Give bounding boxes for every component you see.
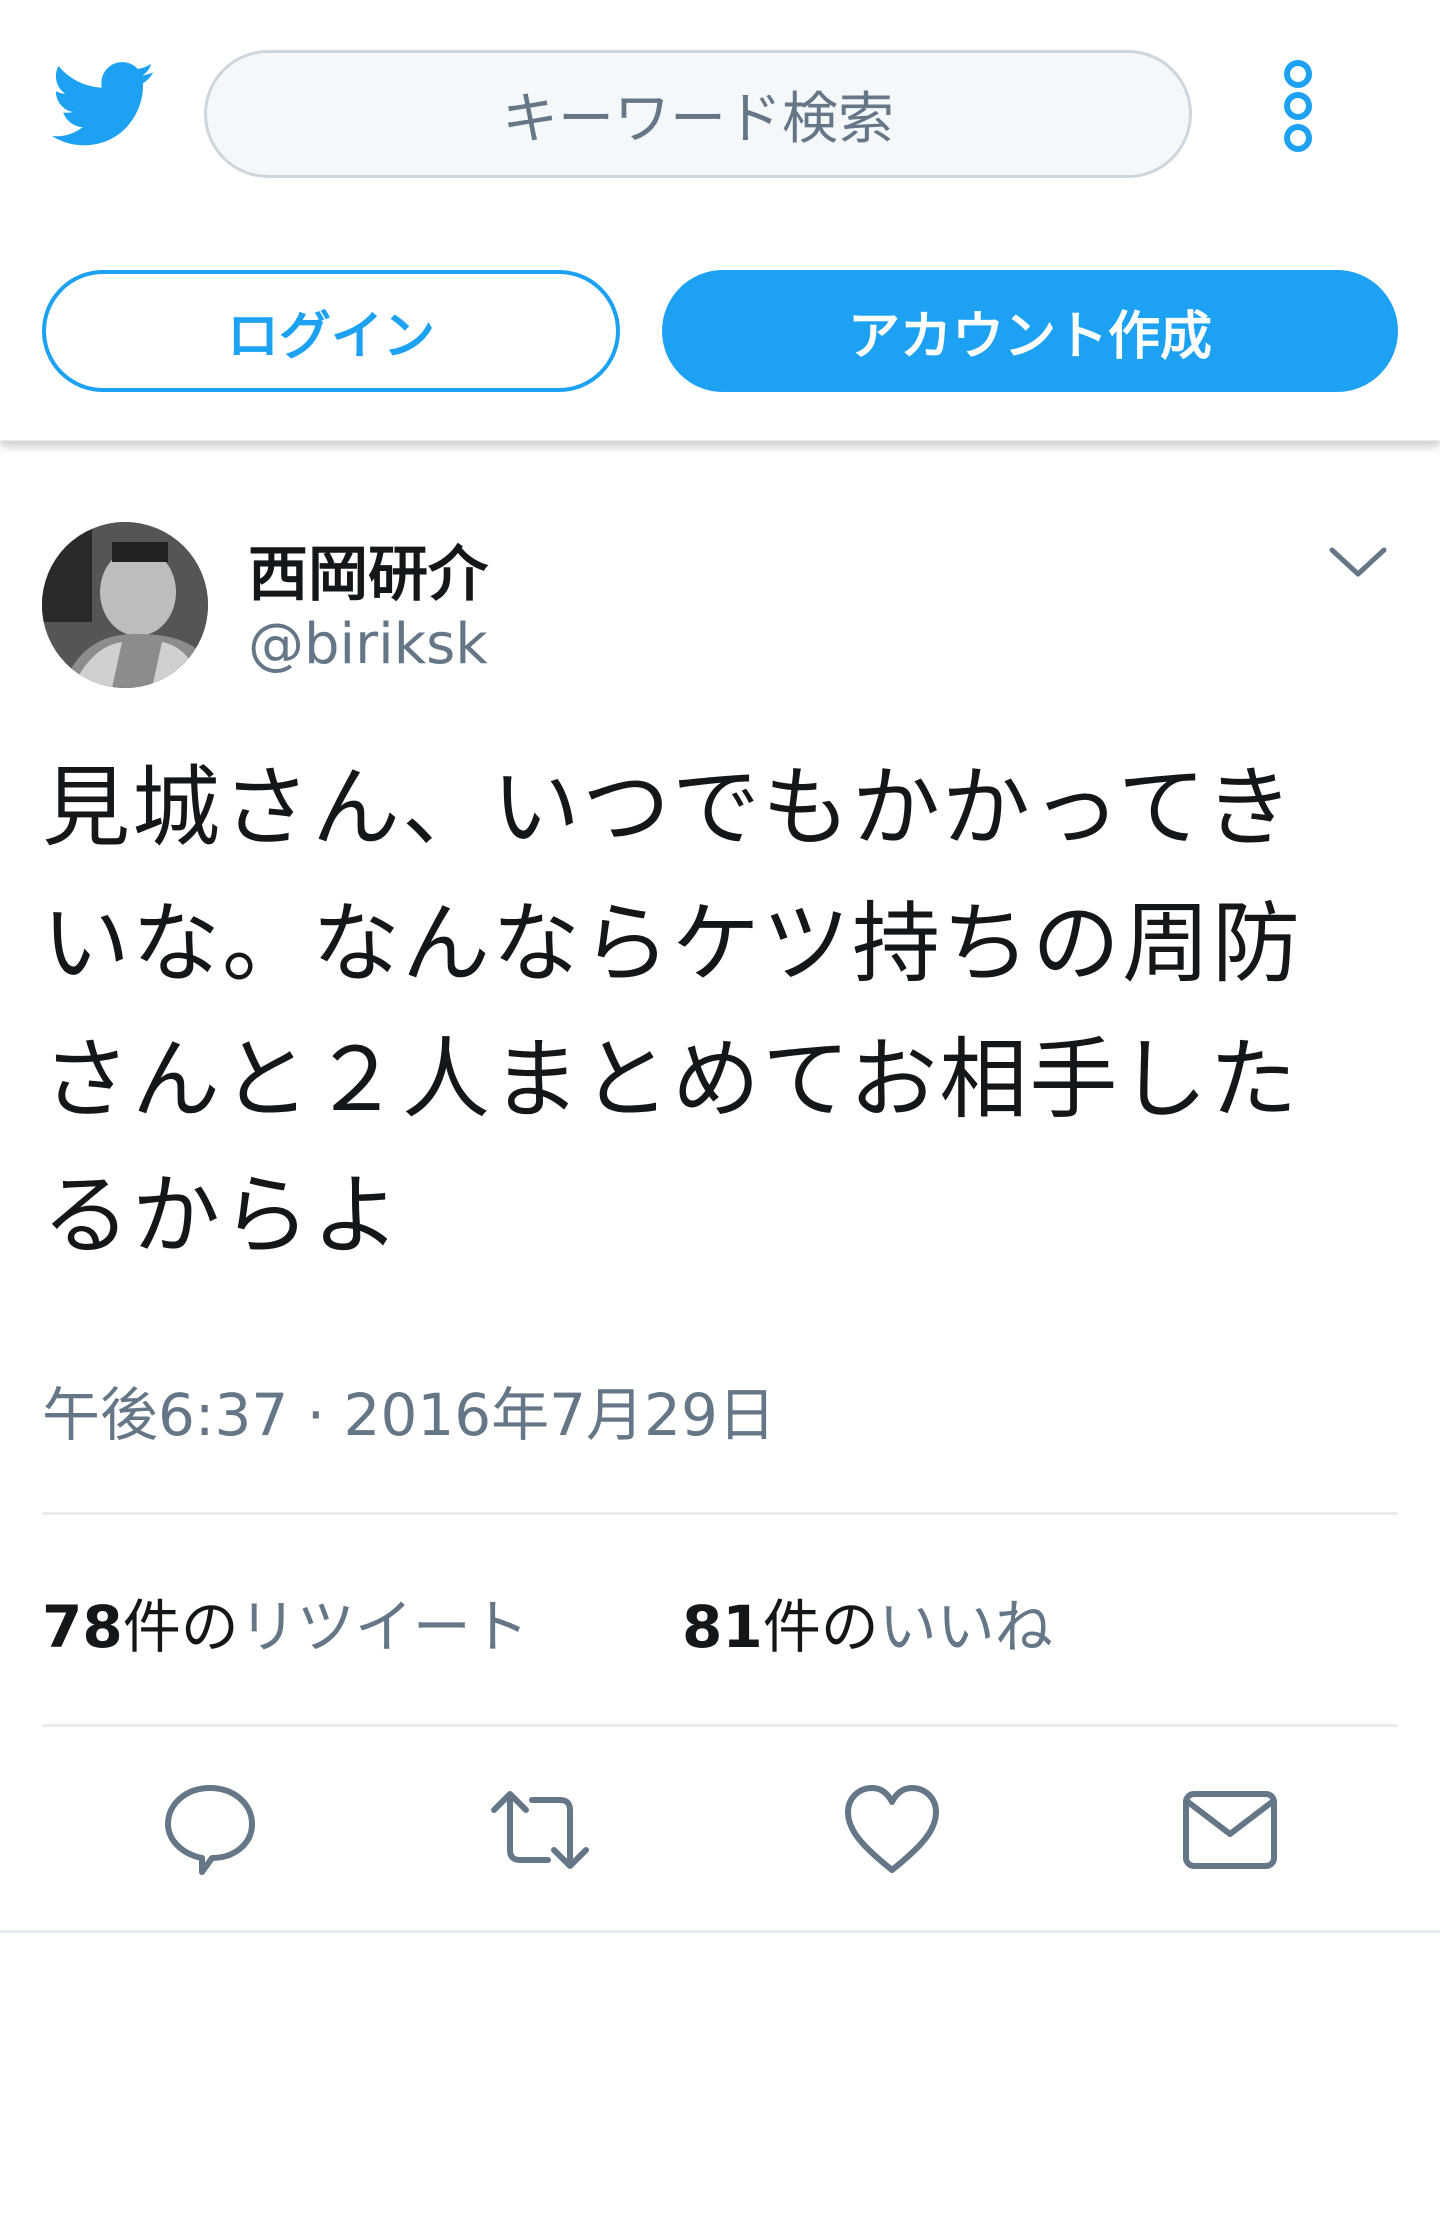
divider [42, 1512, 1398, 1515]
signup-button[interactable]: アカウント作成 [662, 270, 1398, 392]
like-count[interactable]: 81件のいいね [682, 1580, 1053, 1664]
tweet-actions [0, 1780, 1440, 1880]
twitter-bird-icon[interactable] [52, 60, 156, 150]
avatar-image [42, 522, 208, 688]
divider [42, 1724, 1398, 1727]
login-button[interactable]: ログイン [42, 270, 620, 392]
tweet-text: 見城さん、いつでもかかってき いな。なんならケツ持ちの周防 さんと２人まとめてお… [42, 740, 1402, 1284]
share-mail-icon[interactable] [1180, 1780, 1280, 1880]
tweet-text-line: いな。なんならケツ持ちの周防 [42, 892, 1303, 995]
search-placeholder: キーワード検索 [502, 86, 894, 152]
more-options-icon[interactable] [1280, 60, 1316, 160]
like-count-number: 81 [682, 1593, 763, 1661]
like-count-suffix: 件の [762, 1593, 879, 1661]
like-count-label: いいね [878, 1593, 1053, 1661]
display-name[interactable]: 西岡研介 [248, 526, 488, 613]
signup-button-label: アカウント作成 [847, 306, 1212, 367]
top-bar: キーワード検索 ログイン アカウント作成 [0, 0, 1440, 441]
tweet-text-line: さんと２人まとめてお相手した [42, 1028, 1300, 1131]
retweet-count-label: リツイート [238, 1593, 529, 1661]
like-icon[interactable] [842, 1780, 942, 1880]
chevron-down-icon[interactable] [1326, 540, 1390, 584]
reply-icon[interactable] [160, 1780, 260, 1880]
user-handle[interactable]: @biriksk [248, 612, 488, 677]
tweet-bottom-divider [0, 1930, 1440, 1933]
retweet-count[interactable]: 78件のリツイート [42, 1580, 529, 1664]
login-button-label: ログイン [226, 306, 435, 367]
avatar[interactable] [42, 522, 208, 688]
retweet-icon[interactable] [490, 1780, 590, 1880]
tweet-text-line: るからよ [42, 1164, 403, 1267]
retweet-count-suffix: 件の [122, 1593, 239, 1661]
tweet-timestamp[interactable]: 午後6:37 · 2016年7月29日 [42, 1368, 776, 1452]
retweet-count-number: 78 [42, 1593, 123, 1661]
tweet-text-line: 見城さん、いつでもかかってき [42, 756, 1295, 859]
search-input[interactable]: キーワード検索 [204, 50, 1192, 178]
